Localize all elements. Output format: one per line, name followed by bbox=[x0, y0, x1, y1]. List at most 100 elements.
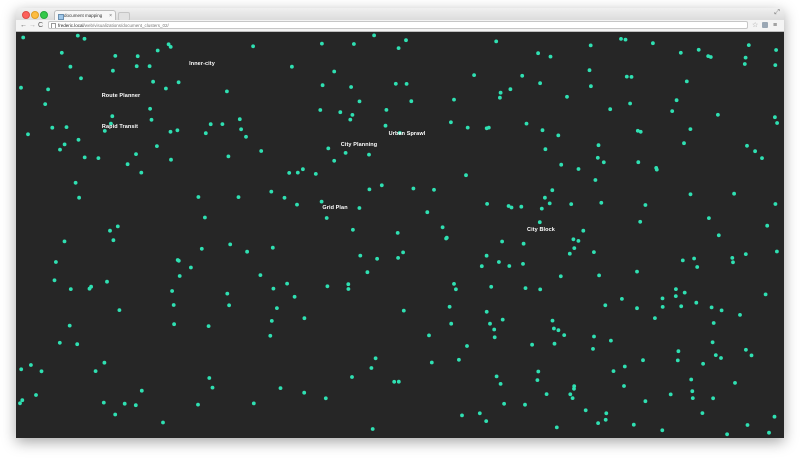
reload-button[interactable]: C bbox=[38, 21, 43, 30]
document-dot[interactable] bbox=[636, 160, 641, 165]
document-dot[interactable] bbox=[392, 379, 397, 384]
document-dot[interactable] bbox=[543, 147, 548, 152]
document-dot[interactable] bbox=[706, 54, 711, 58]
document-dot[interactable] bbox=[603, 303, 608, 308]
document-dot[interactable] bbox=[676, 349, 681, 354]
document-dot[interactable] bbox=[775, 121, 779, 125]
document-dot[interactable] bbox=[239, 127, 244, 132]
document-dot[interactable] bbox=[369, 366, 374, 370]
document-dot[interactable] bbox=[447, 304, 452, 309]
document-dot[interactable] bbox=[208, 122, 213, 127]
document-dot[interactable] bbox=[245, 249, 250, 254]
document-dot[interactable] bbox=[635, 269, 639, 274]
document-dot[interactable] bbox=[282, 195, 287, 200]
document-dot[interactable] bbox=[485, 202, 489, 206]
document-dot[interactable] bbox=[357, 206, 362, 210]
document-dot[interactable] bbox=[236, 195, 241, 200]
document-dot[interactable] bbox=[588, 43, 593, 48]
maximize-window-button[interactable] bbox=[40, 11, 48, 19]
document-dot[interactable] bbox=[147, 64, 152, 69]
document-dot[interactable] bbox=[484, 309, 489, 314]
document-dot[interactable] bbox=[34, 393, 38, 397]
document-dot[interactable] bbox=[552, 326, 556, 331]
document-dot[interactable] bbox=[592, 334, 596, 339]
document-dot[interactable] bbox=[75, 342, 80, 347]
document-dot[interactable] bbox=[596, 143, 601, 148]
document-dot[interactable] bbox=[701, 361, 705, 366]
document-dot[interactable] bbox=[571, 237, 576, 242]
document-dot[interactable] bbox=[206, 324, 211, 328]
document-dot[interactable] bbox=[660, 428, 665, 433]
document-dot[interactable] bbox=[524, 121, 529, 126]
document-dot[interactable] bbox=[326, 146, 331, 151]
document-dot[interactable] bbox=[384, 108, 389, 112]
document-dot[interactable] bbox=[111, 68, 115, 73]
document-dot[interactable] bbox=[101, 400, 106, 405]
document-dot[interactable] bbox=[96, 156, 101, 160]
document-dot[interactable] bbox=[220, 122, 225, 126]
document-dot[interactable] bbox=[73, 180, 78, 185]
document-dot[interactable] bbox=[744, 347, 748, 352]
document-dot[interactable] bbox=[401, 308, 406, 313]
document-dot[interactable] bbox=[628, 101, 632, 106]
document-dot[interactable] bbox=[43, 102, 48, 106]
document-dot[interactable] bbox=[530, 342, 534, 347]
document-dot[interactable] bbox=[77, 195, 81, 200]
document-dot[interactable] bbox=[449, 120, 453, 125]
document-dot[interactable] bbox=[690, 389, 695, 394]
document-dot[interactable] bbox=[111, 238, 116, 243]
document-dot[interactable] bbox=[576, 239, 581, 243]
document-dot[interactable] bbox=[172, 322, 177, 327]
document-dot[interactable] bbox=[773, 63, 778, 67]
document-dot[interactable] bbox=[171, 303, 176, 307]
document-dot[interactable] bbox=[629, 75, 634, 79]
document-dot[interactable] bbox=[494, 39, 499, 44]
document-dot[interactable] bbox=[396, 379, 401, 384]
document-dot[interactable] bbox=[638, 219, 643, 224]
document-dot[interactable] bbox=[749, 353, 754, 358]
document-dot[interactable] bbox=[57, 340, 62, 345]
document-dot[interactable] bbox=[673, 294, 678, 298]
document-dot[interactable] bbox=[29, 363, 33, 367]
document-dot[interactable] bbox=[554, 425, 559, 430]
document-dot[interactable] bbox=[349, 85, 353, 89]
document-dot[interactable] bbox=[313, 172, 318, 176]
document-dot[interactable] bbox=[690, 396, 695, 400]
document-dot[interactable] bbox=[502, 401, 506, 406]
document-dot[interactable] bbox=[166, 42, 171, 47]
document-dot[interactable] bbox=[773, 115, 777, 120]
document-dot[interactable] bbox=[753, 149, 757, 154]
document-dot[interactable] bbox=[383, 123, 388, 128]
document-dot[interactable] bbox=[210, 385, 215, 390]
document-dot[interactable] bbox=[332, 158, 337, 163]
document-dot[interactable] bbox=[375, 256, 379, 261]
document-dot[interactable] bbox=[696, 47, 701, 52]
document-dot[interactable] bbox=[176, 80, 181, 85]
document-dot[interactable] bbox=[429, 360, 434, 365]
document-dot[interactable] bbox=[550, 188, 555, 193]
document-dot[interactable] bbox=[373, 356, 378, 361]
document-dot[interactable] bbox=[196, 195, 201, 199]
document-dot[interactable] bbox=[544, 392, 549, 396]
document-dot[interactable] bbox=[674, 98, 679, 103]
document-dot[interactable] bbox=[425, 210, 430, 215]
document-dot[interactable] bbox=[558, 274, 563, 279]
document-dot[interactable] bbox=[348, 117, 353, 122]
document-dot[interactable] bbox=[565, 94, 569, 99]
document-dot[interactable] bbox=[432, 187, 436, 192]
document-dot[interactable] bbox=[716, 112, 720, 117]
document-dot[interactable] bbox=[591, 347, 595, 351]
document-dot[interactable] bbox=[75, 33, 80, 38]
document-dot[interactable] bbox=[651, 41, 655, 46]
document-dot[interactable] bbox=[695, 265, 700, 269]
document-dot[interactable] bbox=[251, 401, 256, 406]
browser-tab[interactable]: document mapping × bbox=[54, 10, 116, 20]
document-dot[interactable] bbox=[358, 253, 363, 258]
document-dot[interactable] bbox=[680, 258, 685, 263]
document-dot[interactable] bbox=[492, 327, 497, 332]
document-dot[interactable] bbox=[148, 106, 153, 111]
document-dot[interactable] bbox=[464, 173, 468, 178]
document-dot[interactable] bbox=[290, 64, 294, 69]
document-dot[interactable] bbox=[346, 287, 351, 291]
document-dot[interactable] bbox=[684, 79, 689, 84]
